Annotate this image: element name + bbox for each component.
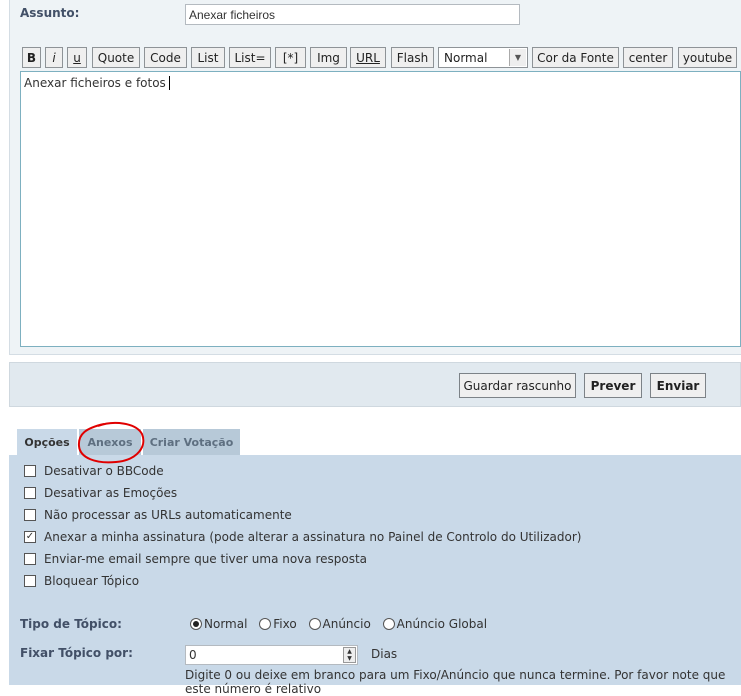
chevron-down-icon: ▼ [509, 49, 526, 66]
font-size-value: Normal [444, 50, 488, 65]
topic-type-radio-group: Normal Fixo Anúncio Anúncio Global [190, 617, 487, 631]
radio-icon [382, 618, 395, 630]
option-checkbox[interactable] [24, 465, 36, 477]
flash-button[interactable]: Flash [391, 47, 434, 68]
stick-hint: Digite 0 ou deixe em branco para um Fixo… [185, 668, 726, 696]
preview-button[interactable]: Prever [584, 373, 642, 398]
radio-icon [259, 618, 272, 630]
youtube-button[interactable]: youtube [678, 47, 737, 68]
radio-selected-icon [190, 618, 202, 630]
stick-duration-input[interactable]: 0 ▲ ▼ [185, 645, 358, 665]
ordered-list-button[interactable]: List= [229, 47, 271, 68]
underline-button[interactable]: u [67, 47, 87, 68]
image-button[interactable]: Img [310, 47, 347, 68]
option-label: Anexar a minha assinatura (pode alterar … [44, 530, 582, 544]
save-draft-button[interactable]: Guardar rascunho [459, 373, 576, 398]
bold-button[interactable]: B [22, 47, 41, 68]
list-button[interactable]: List [191, 47, 225, 68]
tab-options[interactable]: Opções [17, 429, 77, 455]
option-checkbox[interactable] [24, 553, 36, 565]
tab-poll[interactable]: Criar Votação [143, 429, 240, 455]
spinner-arrows-icon[interactable]: ▲ ▼ [343, 647, 356, 663]
option-checkbox[interactable] [24, 575, 36, 587]
center-button[interactable]: center [623, 47, 673, 68]
submit-button[interactable]: Enviar [650, 373, 706, 398]
message-text: Anexar ficheiros e fotos [24, 76, 166, 90]
code-button[interactable]: Code [144, 47, 187, 68]
radio-global-announcement[interactable]: Anúncio Global [382, 617, 487, 631]
message-textarea[interactable]: Anexar ficheiros e fotos​ [20, 71, 741, 347]
font-size-select[interactable]: Normal ▼ [438, 47, 528, 68]
topic-type-label: Tipo de Tópico: [20, 617, 122, 631]
text-cursor: ​ [168, 76, 170, 90]
quote-button[interactable]: Quote [92, 47, 140, 68]
subject-input[interactable] [185, 4, 520, 25]
red-annotation-circle [77, 421, 145, 464]
option-checkbox[interactable] [24, 487, 36, 499]
subject-label: Assunto: [20, 6, 80, 20]
font-color-button[interactable]: Cor da Fonte [532, 47, 619, 68]
url-button[interactable]: URL [350, 47, 386, 68]
option-label: Desativar o BBCode [44, 464, 164, 478]
option-checkbox[interactable]: ✓ [24, 531, 36, 543]
stick-duration-label: Fixar Tópico por: [20, 646, 133, 660]
radio-sticky[interactable]: Fixo [259, 617, 297, 631]
italic-button[interactable]: i [45, 47, 63, 68]
option-label: Enviar-me email sempre que tiver uma nov… [44, 552, 368, 566]
option-label: Bloquear Tópico [44, 574, 140, 588]
stick-unit: Dias [371, 647, 398, 661]
list-item-button[interactable]: [*] [275, 47, 306, 68]
radio-announcement[interactable]: Anúncio [308, 617, 371, 631]
radio-icon [308, 618, 321, 630]
stick-duration-value: 0 [189, 648, 197, 662]
option-checkbox[interactable] [24, 509, 36, 521]
option-label: Não processar as URLs automaticamente [44, 508, 292, 522]
radio-normal[interactable]: Normal [190, 617, 247, 631]
option-label: Desativar as Emoções [44, 486, 178, 500]
